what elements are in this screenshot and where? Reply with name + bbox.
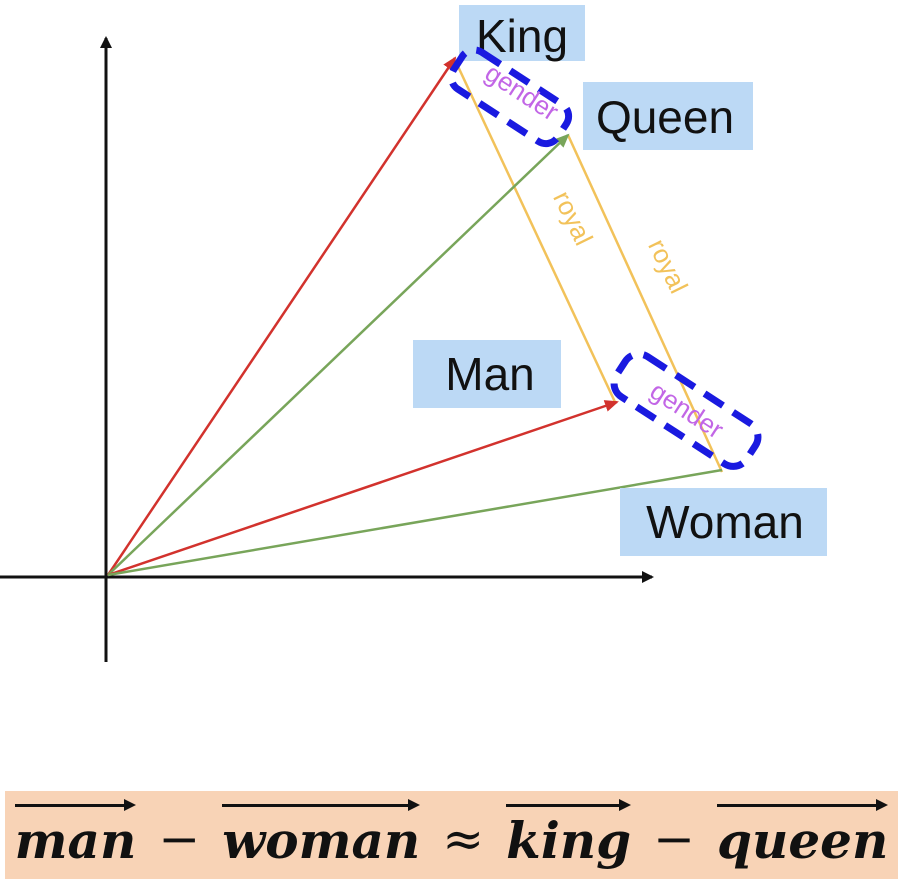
equation-term-queen: queen	[717, 799, 889, 866]
equation-op-minus-2: −	[653, 810, 696, 868]
equation-term-king: king	[506, 799, 631, 866]
royal-label-right: royal	[642, 234, 694, 298]
label-man: Man	[445, 348, 534, 400]
gender-box-bottom: gender	[610, 350, 762, 470]
word-vector-diagram: King Queen Man Woman royal royal gender …	[0, 5, 827, 662]
royal-label-left: royal	[547, 186, 599, 250]
equation-term-woman: woman	[222, 799, 421, 866]
label-woman: Woman	[646, 496, 804, 548]
equation-term-man: man	[14, 799, 136, 866]
analogy-equation: man − woman ≈ king − queen	[5, 791, 898, 879]
vector-man	[107, 400, 619, 577]
gender-label-top: gender	[480, 57, 565, 126]
equation-op-minus-1: −	[158, 810, 201, 868]
equation-op-approx: ≈	[442, 810, 485, 868]
vector-king	[106, 56, 457, 576]
label-queen: Queen	[596, 91, 734, 143]
